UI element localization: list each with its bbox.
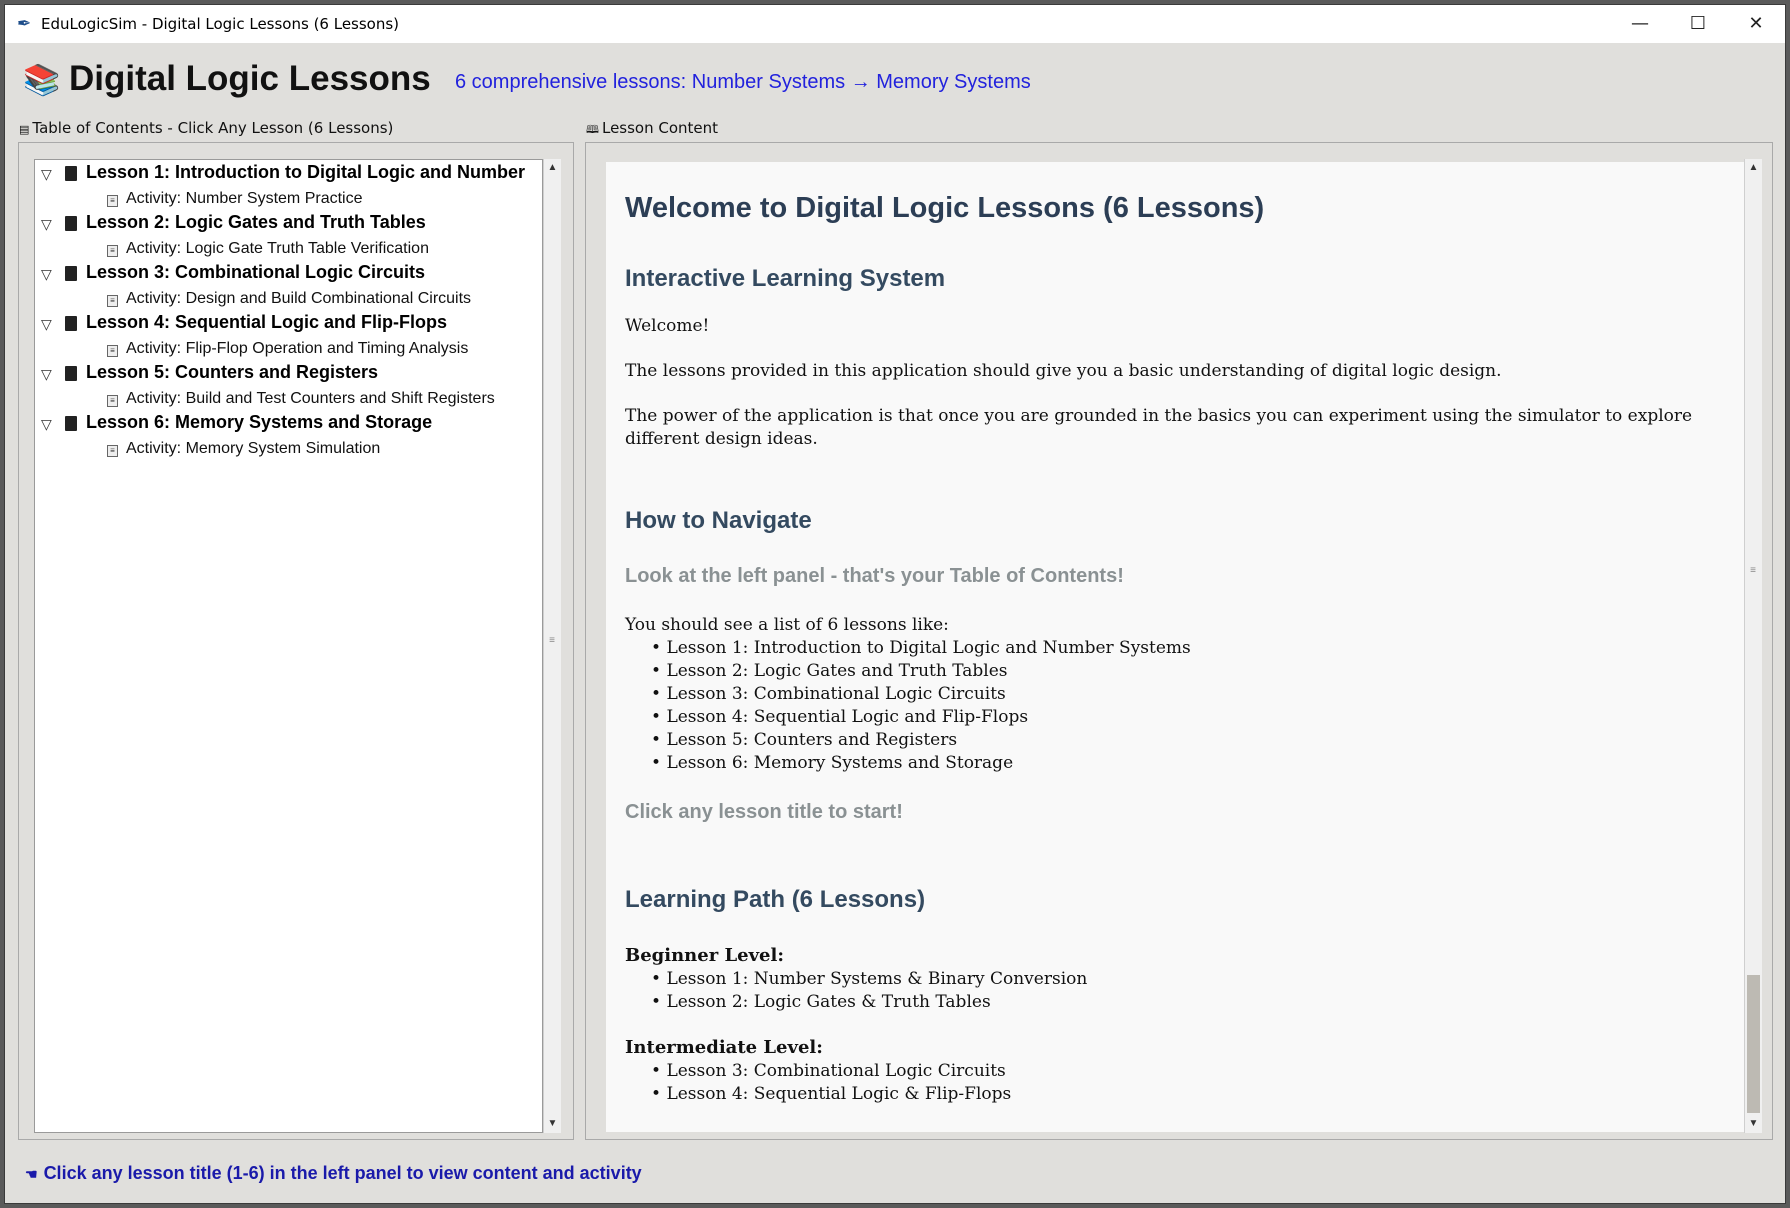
- expand-triangle-icon[interactable]: ▽: [41, 266, 52, 283]
- expand-triangle-icon[interactable]: ▽: [41, 166, 52, 183]
- toc-activity-title: Activity: Memory System Simulation: [126, 440, 381, 457]
- toc-lesson-title: Lesson 1: Introduction to Digital Logic …: [86, 162, 526, 182]
- document-icon: ≡: [107, 245, 118, 257]
- start-hint: Click any lesson title to start!: [625, 801, 903, 823]
- page-title: Digital Logic Lessons: [69, 59, 431, 98]
- content-label: 🕮 Lesson Content: [586, 119, 719, 140]
- page-subtitle: 6 comprehensive lessons: Number Systems …: [455, 71, 1031, 93]
- title-bar: ✒ EduLogicSim - Digital Logic Lessons (6…: [5, 5, 1785, 43]
- toc-lesson-title: Lesson 5: Counters and Registers: [86, 362, 379, 382]
- expand-triangle-icon[interactable]: ▽: [41, 416, 52, 433]
- book-icon: [65, 416, 77, 431]
- toc-activity-title: Activity: Flip-Flop Operation and Timing…: [126, 340, 469, 357]
- intro-paragraph-2: The power of the application is that onc…: [625, 406, 1693, 449]
- document-icon: ≡: [107, 195, 118, 207]
- scroll-thumb[interactable]: [1747, 975, 1760, 1113]
- toc-label: ▤ Table of Contents - Click Any Lesson (6…: [19, 119, 394, 137]
- feather-icon: ✒: [17, 14, 32, 33]
- pointer-icon: ☚: [25, 1166, 38, 1182]
- status-text: Click any lesson title (1-6) in the left…: [43, 1163, 642, 1183]
- scroll-up-icon[interactable]: ▲: [1745, 159, 1762, 177]
- book-icon: [65, 166, 77, 181]
- scroll-down-icon[interactable]: ▼: [544, 1115, 561, 1133]
- scroll-down-icon[interactable]: ▼: [1745, 1115, 1762, 1133]
- lesson-list-intro: You should see a list of 6 lessons like:: [625, 615, 949, 635]
- document-icon: ≡: [107, 345, 118, 357]
- list-icon: ▤: [19, 123, 30, 136]
- toc-label-text: Table of Contents - Click Any Lesson (6 …: [32, 119, 394, 137]
- lesson-content: Welcome to Digital Logic Lessons (6 Less…: [606, 162, 1744, 1132]
- list-item: Lesson 1: Introduction to Digital Logic …: [651, 637, 1725, 660]
- toc-activity-title: Activity: Logic Gate Truth Table Verific…: [126, 240, 429, 257]
- expand-triangle-icon[interactable]: ▽: [41, 316, 52, 333]
- app-window: ✒ EduLogicSim - Digital Logic Lessons (6…: [4, 4, 1786, 1204]
- minimize-button[interactable]: —: [1611, 5, 1669, 43]
- list-item: Lesson 5: Counters and Registers: [651, 729, 1725, 752]
- toc-tree[interactable]: ▽ Lesson 1: Introduction to Digital Logic…: [34, 159, 543, 1133]
- list-item: Lesson 3: Combinational Logic Circuits: [651, 1060, 1725, 1083]
- section-interactive-learning: Interactive Learning System: [625, 265, 946, 292]
- expand-triangle-icon[interactable]: ▽: [41, 366, 52, 383]
- content-heading: Welcome to Digital Logic Lessons (6 Less…: [625, 192, 1265, 224]
- content-label-text: Lesson Content: [601, 119, 719, 137]
- list-item: Lesson 3: Combinational Logic Circuits: [651, 683, 1725, 706]
- expand-triangle-icon[interactable]: ▽: [41, 216, 52, 233]
- document-icon: ≡: [107, 295, 118, 307]
- list-item: Lesson 2: Logic Gates and Truth Tables: [651, 660, 1725, 683]
- toc-lesson-title: Lesson 6: Memory Systems and Storage: [86, 412, 433, 432]
- toc-lesson-title: Lesson 2: Logic Gates and Truth Tables: [86, 212, 426, 232]
- section-learning-path: Learning Path (6 Lessons): [625, 886, 926, 913]
- document-icon: ≡: [107, 445, 118, 457]
- intro-paragraph-1: The lessons provided in this application…: [625, 361, 1502, 381]
- intermediate-level-label: Intermediate Level:: [625, 1037, 823, 1058]
- toc-scrollbar[interactable]: ▲ ≡ ▼: [543, 159, 561, 1133]
- scroll-grip-icon: ≡: [549, 635, 555, 646]
- beginner-level-label: Beginner Level:: [625, 945, 784, 966]
- book-icon: [65, 216, 77, 231]
- book-open-icon: 🕮: [586, 123, 599, 136]
- book-icon: [65, 316, 77, 331]
- toc-lesson-title: Lesson 4: Sequential Logic and Flip-Flop…: [86, 312, 448, 332]
- status-bar: ☚ Click any lesson title (1-6) in the lef…: [25, 1163, 642, 1184]
- beginner-list: Lesson 1: Number Systems & Binary Conver…: [625, 968, 1725, 1014]
- book-icon: [65, 366, 77, 381]
- maximize-button[interactable]: ☐: [1669, 5, 1727, 43]
- scroll-grip-icon: ≡: [1750, 565, 1756, 576]
- list-item: Lesson 4: Sequential Logic and Flip-Flop…: [651, 706, 1725, 729]
- page-header: 📚 Digital Logic Lessons 6 comprehensive …: [5, 43, 1785, 123]
- content-scrollbar[interactable]: ▲ ≡ ▼: [1744, 159, 1762, 1133]
- list-item: Lesson 2: Logic Gates & Truth Tables: [651, 991, 1725, 1014]
- toc-activity-title: Activity: Number System Practice: [126, 190, 363, 207]
- section-how-to-navigate: How to Navigate: [625, 507, 812, 534]
- navigation-hint: Look at the left panel - that's your Tab…: [625, 565, 1124, 587]
- toc-activity-title: Activity: Build and Test Counters and Sh…: [126, 390, 495, 407]
- scroll-up-icon[interactable]: ▲: [544, 159, 561, 177]
- intermediate-list: Lesson 3: Combinational Logic Circuits L…: [625, 1060, 1725, 1106]
- toc-lesson-title: Lesson 3: Combinational Logic Circuits: [86, 262, 426, 282]
- books-icon: 📚: [23, 64, 61, 97]
- welcome-text: Welcome!: [625, 316, 710, 336]
- list-item: Lesson 4: Sequential Logic & Flip-Flops: [651, 1083, 1725, 1106]
- toc-activity-title: Activity: Design and Build Combinational…: [126, 290, 472, 307]
- close-button[interactable]: ✕: [1727, 5, 1785, 43]
- list-item: Lesson 1: Number Systems & Binary Conver…: [651, 968, 1725, 991]
- list-item: Lesson 6: Memory Systems and Storage: [651, 752, 1725, 775]
- document-icon: ≡: [107, 395, 118, 407]
- book-icon: [65, 266, 77, 281]
- lesson-list: Lesson 1: Introduction to Digital Logic …: [625, 637, 1725, 775]
- window-title: EduLogicSim - Digital Logic Lessons (6 L…: [41, 15, 400, 33]
